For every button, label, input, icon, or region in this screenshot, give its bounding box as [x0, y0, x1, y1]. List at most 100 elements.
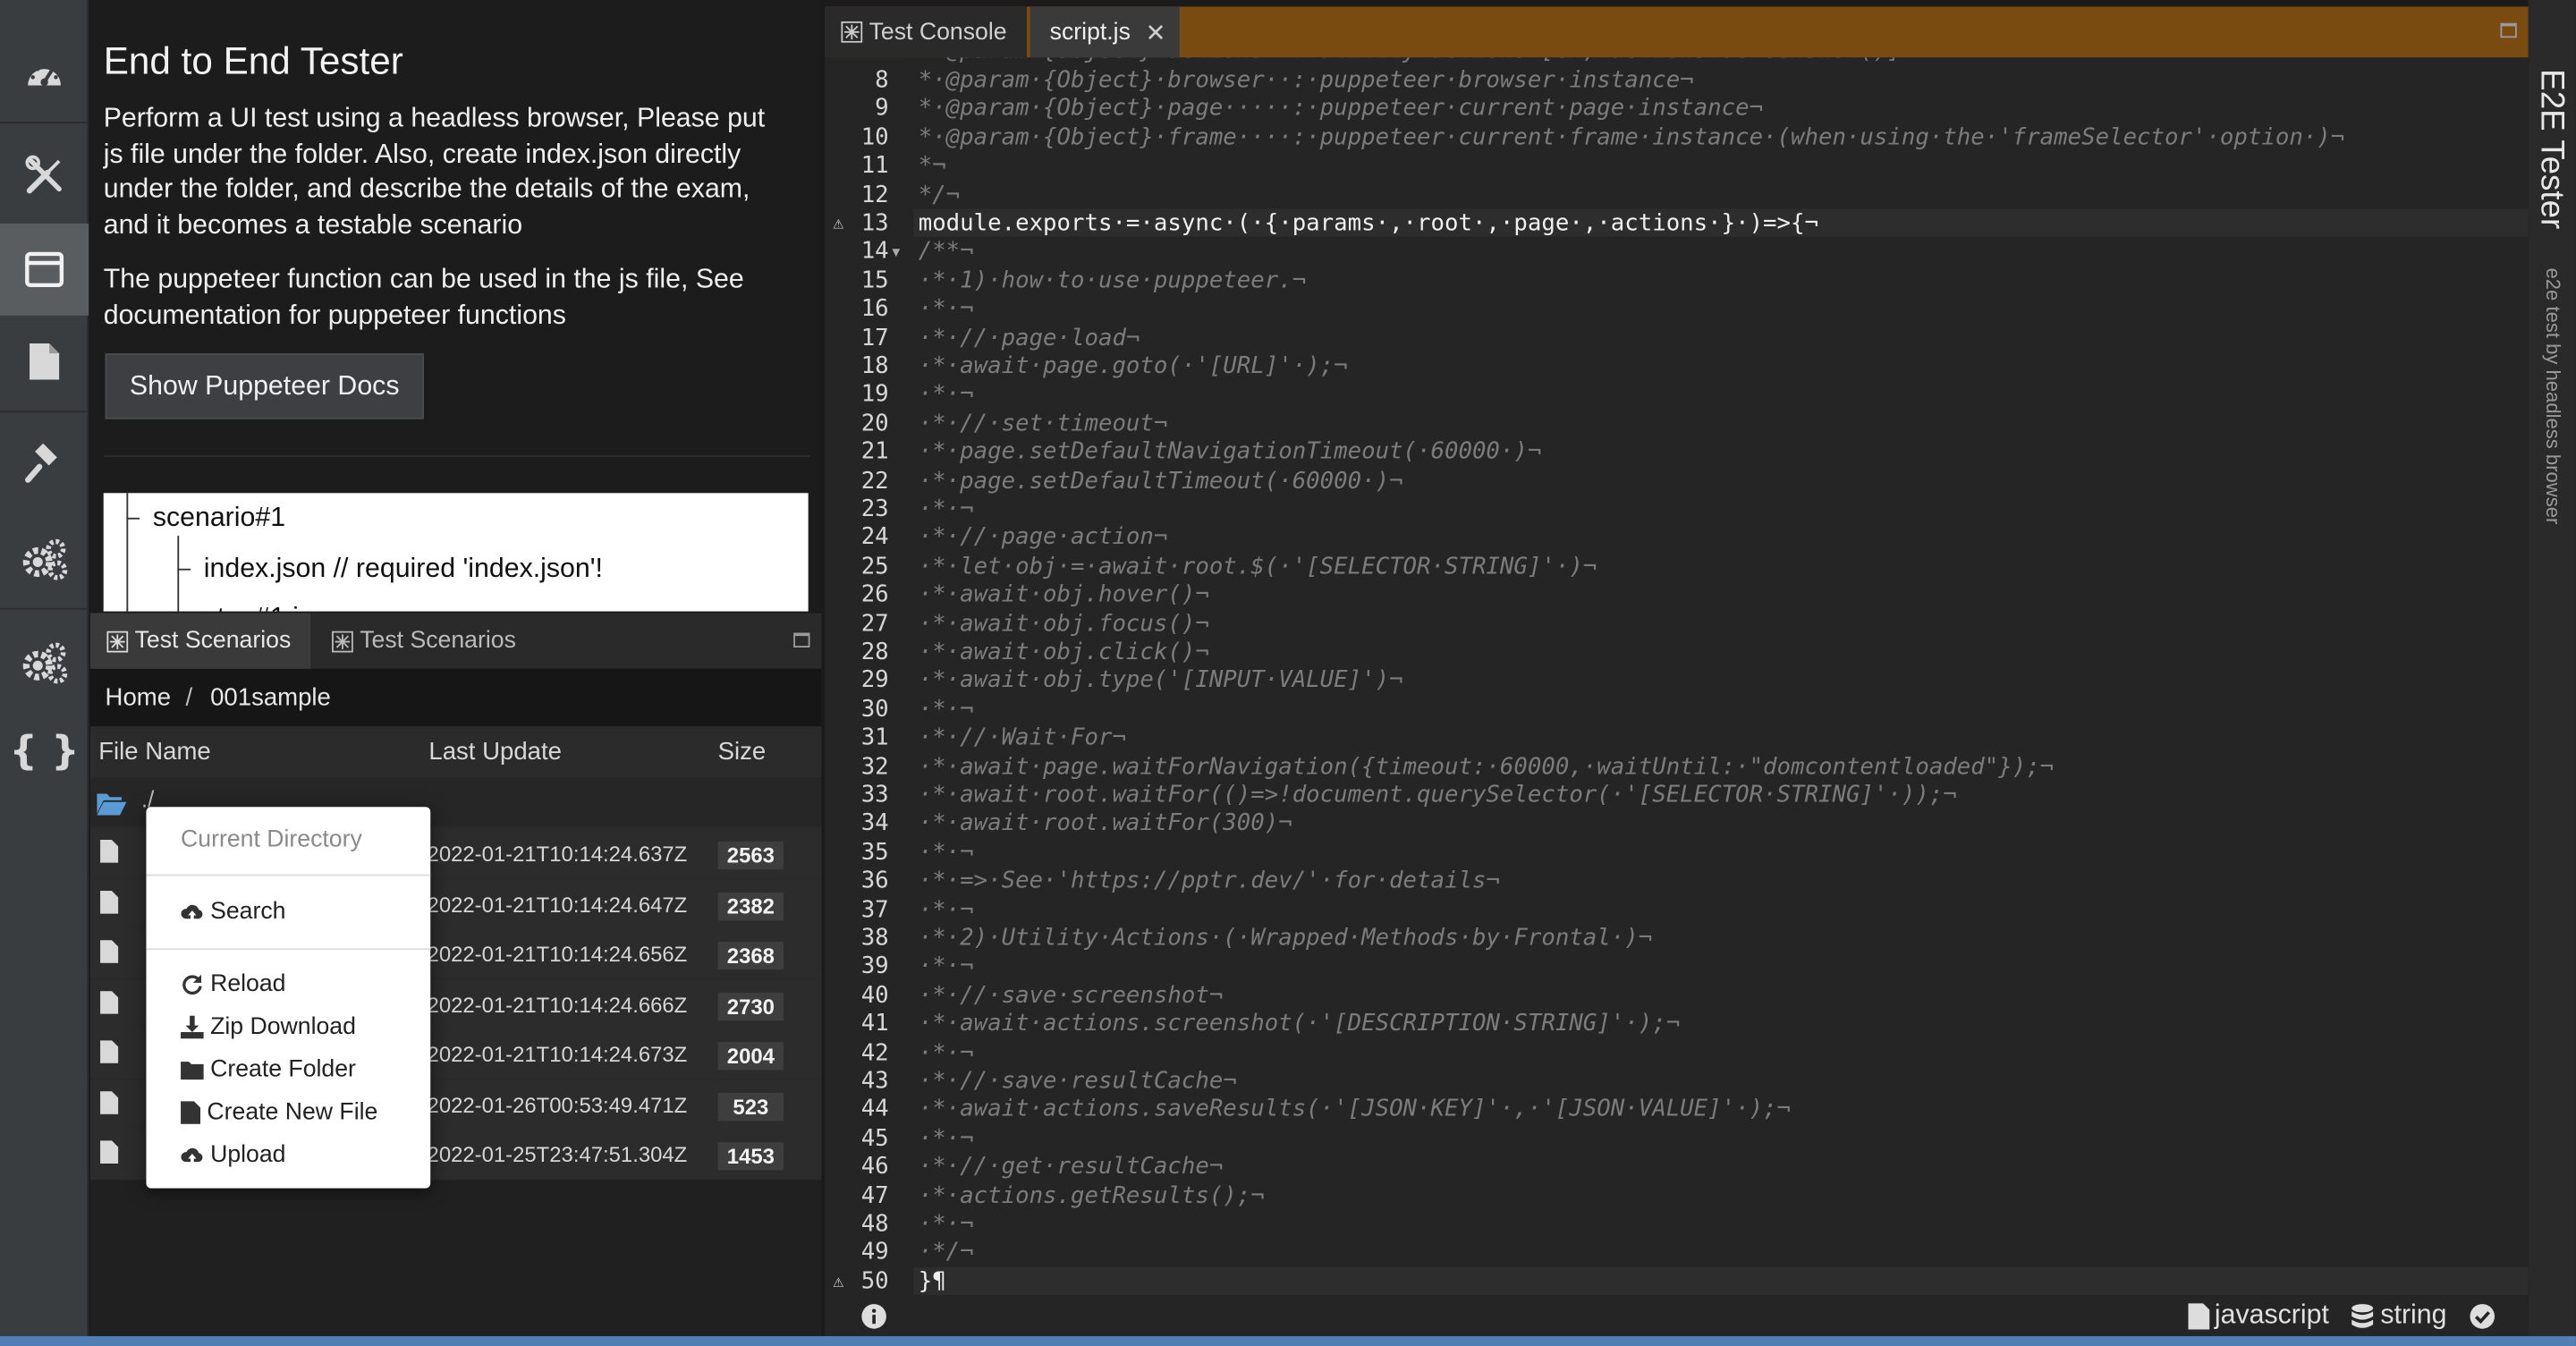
line-number: 42: [860, 1039, 889, 1066]
line-number: 33: [860, 782, 889, 809]
tab-script-js[interactable]: script.js ✕: [1030, 6, 1180, 58]
code-line: ·*·¬: [918, 382, 974, 409]
line-number: 37: [860, 896, 889, 923]
code-line: ·*·await·actions.screenshot(·'[DESCRIPTI…: [918, 1011, 1681, 1037]
file-icon: [100, 1040, 119, 1063]
maximize-icon[interactable]: [793, 632, 810, 648]
menu-item-search[interactable]: Search: [181, 899, 285, 926]
maximize-icon[interactable]: [2500, 22, 2517, 38]
file-icon: [100, 940, 119, 963]
code-editor[interactable]: 8 9 10 11 12 13 ⚠ 14 ▼ 15 16 17 18 19 20 21 22 23 24 25 26 27…: [825, 57, 2529, 1299]
browser-window-icon[interactable]: [0, 223, 89, 316]
code-line: ·*·await·actions.saveResults(·'[JSON·KEY…: [918, 1096, 1792, 1123]
line-number: 29: [860, 667, 889, 695]
row-last-update: 2022-01-26T00:53:49.471Z: [427, 1092, 688, 1117]
code-area[interactable]: *·@param·{Object}·actions··:·utility·act…: [913, 57, 2529, 1298]
line-number: 8: [875, 67, 889, 94]
cloud-upload-icon: [181, 1147, 203, 1164]
description-line: documentation for puppeteer functions: [103, 300, 566, 330]
code-line: ·*·¬: [918, 896, 974, 923]
tree-node: index.json // required 'index.json'!: [203, 554, 603, 584]
settings-gears-icon-2[interactable]: [0, 616, 89, 708]
code-line: ·*·//·Wait·For¬: [918, 724, 1126, 752]
description-line: under the folder, and describe the detai…: [103, 174, 750, 205]
tab-app-icon: [332, 630, 353, 652]
line-number: 25: [860, 553, 889, 580]
breadcrumb: Home / 001sample: [90, 668, 822, 727]
warning-icon[interactable]: ⚠: [833, 1270, 843, 1291]
tools-icon[interactable]: [0, 130, 89, 222]
gavel-icon[interactable]: [0, 419, 89, 512]
column-header-size[interactable]: Size: [718, 738, 767, 766]
code-line: */¬: [918, 182, 961, 208]
tab-app-icon: [106, 630, 129, 652]
scenario-info-panel: End to End Tester Perform a UI test usin…: [90, 0, 822, 612]
file-icon[interactable]: [0, 316, 89, 408]
line-number: 32: [860, 753, 889, 781]
code-line: ·*·=>·See·'https://pptr.dev/'·for·detail…: [918, 868, 1500, 894]
context-menu: Current Directory Search Reload Zip Down…: [146, 807, 431, 1189]
tree-node: scenario#1: [152, 503, 286, 533]
page-title: End to End Tester: [103, 39, 403, 82]
row-last-update: 2022-01-21T10:14:24.666Z: [427, 991, 688, 1017]
line-number: 16: [860, 296, 889, 323]
show-puppeteer-docs-button[interactable]: Show Puppeteer Docs: [105, 353, 424, 419]
menu-item-create-new-file[interactable]: Create New File: [181, 1099, 378, 1126]
menu-item-label: Create New File: [207, 1099, 378, 1126]
line-number: 31: [860, 724, 889, 752]
line-number: 11: [860, 153, 889, 180]
code-line: ·*·¬: [918, 1125, 974, 1152]
tab-test-scenarios-2[interactable]: Test Scenarios: [316, 613, 530, 668]
line-number: 14: [860, 239, 889, 266]
check-circle-icon[interactable]: [2470, 1303, 2496, 1329]
fold-toggle-icon[interactable]: ▼: [892, 246, 900, 261]
tab-test-console[interactable]: Test Console: [825, 6, 1027, 58]
line-number: 10: [860, 124, 889, 151]
code-line: ·*·await·obj.click()¬: [918, 639, 1209, 666]
menu-item-create-folder[interactable]: Create Folder: [181, 1057, 356, 1083]
description-paragraph-1: Perform a UI test using a headless brows…: [104, 102, 810, 245]
language-indicator[interactable]: javascript: [2188, 1300, 2329, 1332]
code-line: ·*·¬: [918, 296, 974, 323]
dashboard-icon[interactable]: [0, 28, 89, 120]
tab-label: Test Scenarios: [360, 627, 516, 655]
code-line: ·*·//·set·timeout¬: [918, 411, 1168, 437]
row-size-badge: 2004: [717, 1042, 784, 1071]
line-number: 22: [860, 467, 889, 495]
code-line: module.exports·=·async·(·{·params·,·root…: [918, 210, 1818, 237]
tab-test-scenarios[interactable]: Test Scenarios: [90, 613, 311, 669]
file-icon: [100, 1090, 119, 1113]
new-file-icon: [181, 1101, 201, 1124]
line-number: 17: [860, 325, 889, 351]
line-number: 46: [860, 1154, 889, 1181]
column-header-file-name[interactable]: File Name: [98, 738, 211, 766]
warning-icon[interactable]: ⚠: [833, 212, 843, 233]
line-number: 47: [860, 1182, 889, 1209]
code-line: ·*·2)·Utility·Actions·(·Wrapped·Methods·…: [918, 925, 1653, 952]
editor-status-bar: javascript string: [825, 1298, 2529, 1336]
breadcrumb-separator: /: [185, 683, 193, 712]
code-braces-icon[interactable]: { }: [0, 705, 89, 797]
type-indicator[interactable]: string: [2351, 1300, 2447, 1332]
code-line: *·@param·{Object}·page·····:·puppeteer·c…: [918, 96, 1764, 123]
column-header-last-update[interactable]: Last Update: [428, 738, 562, 766]
description-line: Perform a UI test using a headless brows…: [103, 103, 766, 133]
close-icon[interactable]: ✕: [1145, 17, 1165, 47]
menu-item-zip-download[interactable]: Zip Download: [181, 1014, 356, 1040]
line-number: 34: [860, 810, 889, 838]
scenario-tree: scenario#1 index.json // required 'index…: [103, 493, 809, 612]
menu-item-reload[interactable]: Reload: [181, 971, 285, 997]
breadcrumb-home[interactable]: Home: [106, 683, 171, 711]
code-line-partial: *·@param·{Object}·actions··:·utility·act…: [919, 57, 1916, 63]
description-line: The puppeteer function can be used in th…: [103, 264, 744, 294]
info-icon[interactable]: [860, 1303, 886, 1329]
line-number: 9: [875, 96, 889, 123]
line-number: 36: [860, 868, 889, 894]
code-line: ·*·actions.getResults();¬: [918, 1182, 1265, 1209]
app-root: { } End to End Tester Perform a UI test …: [0, 0, 2576, 1346]
settings-gears-icon[interactable]: [0, 512, 89, 605]
vertical-app-title: E2E Tester: [2533, 69, 2570, 230]
menu-item-upload[interactable]: Upload: [181, 1142, 285, 1169]
code-line: ·*·¬: [918, 1211, 974, 1238]
folder-open-icon: [97, 793, 127, 816]
